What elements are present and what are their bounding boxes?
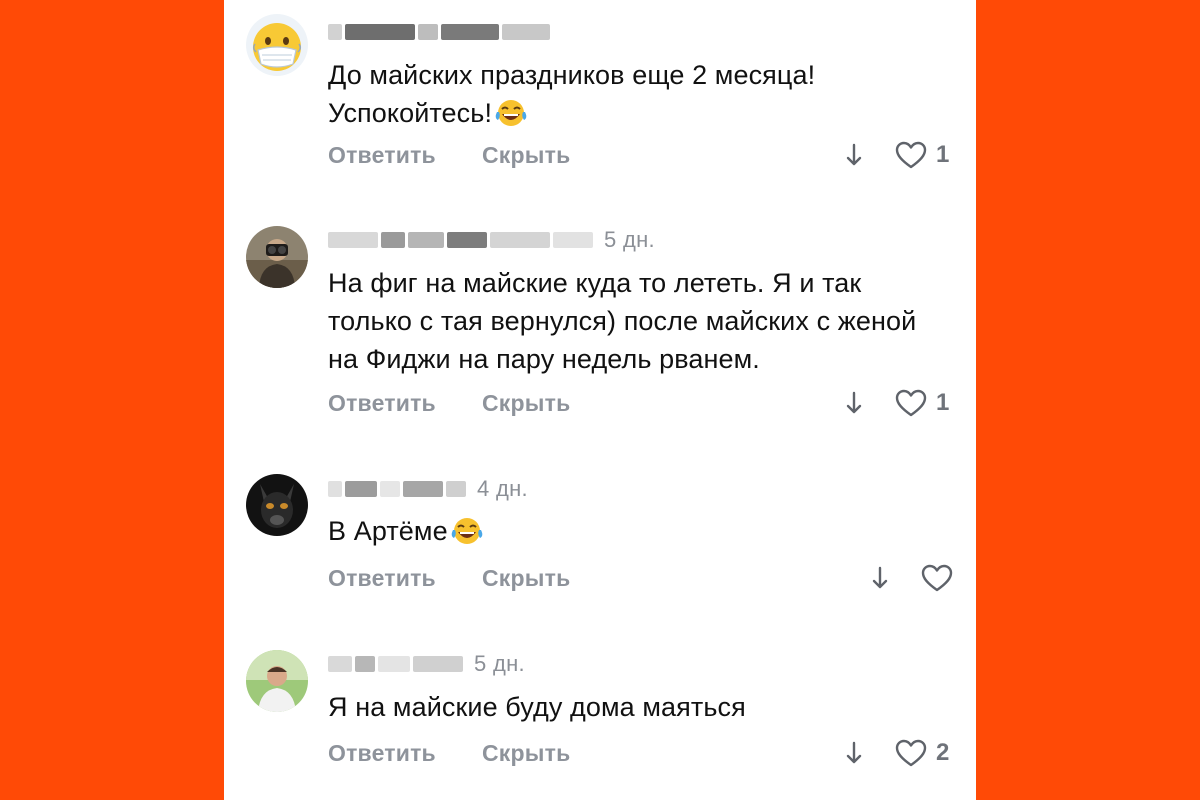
heart-icon[interactable]: [894, 738, 928, 768]
comment-meta: 5 дн.: [328, 651, 525, 676]
reply-button[interactable]: Ответить: [328, 388, 436, 418]
arrow-down-icon[interactable]: [844, 740, 864, 766]
hide-button[interactable]: Скрыть: [482, 388, 570, 418]
blurred-username: [446, 481, 466, 497]
blurred-username: [447, 232, 487, 248]
comments-panel: До майских праздников еще 2 месяца! Успо…: [224, 0, 976, 800]
avatar[interactable]: [246, 14, 308, 76]
blurred-username: [328, 656, 352, 672]
comment-actions: Ответить Скрыть 1: [328, 388, 954, 418]
reply-button[interactable]: Ответить: [328, 738, 436, 768]
avatar[interactable]: [246, 650, 308, 712]
comment-meta: [328, 20, 553, 44]
blurred-username: [490, 232, 550, 248]
heart-icon[interactable]: [894, 140, 928, 170]
arrow-down-icon[interactable]: [844, 142, 864, 168]
like-group[interactable]: 2: [894, 738, 949, 768]
blurred-username: [381, 232, 405, 248]
like-group[interactable]: [920, 563, 962, 593]
heart-icon[interactable]: [894, 388, 928, 418]
comment-meta: 4 дн.: [328, 476, 528, 501]
blurred-username: [553, 232, 593, 248]
blurred-username: [403, 481, 443, 497]
blurred-username: [345, 481, 377, 497]
avatar[interactable]: [246, 474, 308, 536]
comment-actions: Ответить Скрыть 2: [328, 738, 954, 768]
comment-actions: Ответить Скрыть 1: [328, 140, 954, 170]
like-count: 1: [936, 389, 950, 416]
comment-meta: 5 дн.: [328, 227, 655, 252]
reply-button[interactable]: Ответить: [328, 140, 436, 170]
arrow-down-icon[interactable]: [844, 390, 864, 416]
comment-text: В Артёме: [328, 512, 948, 556]
blurred-username: [355, 656, 375, 672]
blurred-username: [413, 656, 463, 672]
hide-button[interactable]: Скрыть: [482, 738, 570, 768]
arrow-down-icon[interactable]: [870, 565, 890, 591]
blurred-username: [418, 24, 438, 40]
avatar[interactable]: [246, 226, 308, 288]
blurred-username: [328, 232, 378, 248]
like-count: 2: [936, 739, 950, 766]
comment-time: 5 дн.: [604, 227, 655, 252]
like-count: 1: [936, 141, 950, 168]
tears-of-joy-emoji: [450, 516, 484, 556]
comment-time: 4 дн.: [477, 476, 528, 501]
blurred-username: [345, 24, 415, 40]
blurred-username: [408, 232, 444, 248]
blurred-username: [378, 656, 410, 672]
comment-text: Я на майские буду дома маяться: [328, 692, 746, 722]
blurred-username: [441, 24, 499, 40]
blurred-username: [328, 481, 342, 497]
comment-text: На фиг на майские куда то лететь. Я и та…: [328, 268, 917, 374]
heart-icon[interactable]: [920, 563, 954, 593]
blurred-username: [502, 24, 550, 40]
like-group[interactable]: 1: [894, 140, 949, 170]
comment-actions: Ответить Скрыть: [328, 563, 954, 593]
blurred-username: [380, 481, 400, 497]
hide-button[interactable]: Скрыть: [482, 140, 570, 170]
like-group[interactable]: 1: [894, 388, 949, 418]
reply-button[interactable]: Ответить: [328, 563, 436, 593]
tears-of-joy-emoji: [494, 98, 528, 138]
hide-button[interactable]: Скрыть: [482, 563, 570, 593]
comment-time: 5 дн.: [474, 651, 525, 676]
comment-text: До майских праздников еще 2 месяца! Успо…: [328, 56, 948, 138]
blurred-username: [328, 24, 342, 40]
